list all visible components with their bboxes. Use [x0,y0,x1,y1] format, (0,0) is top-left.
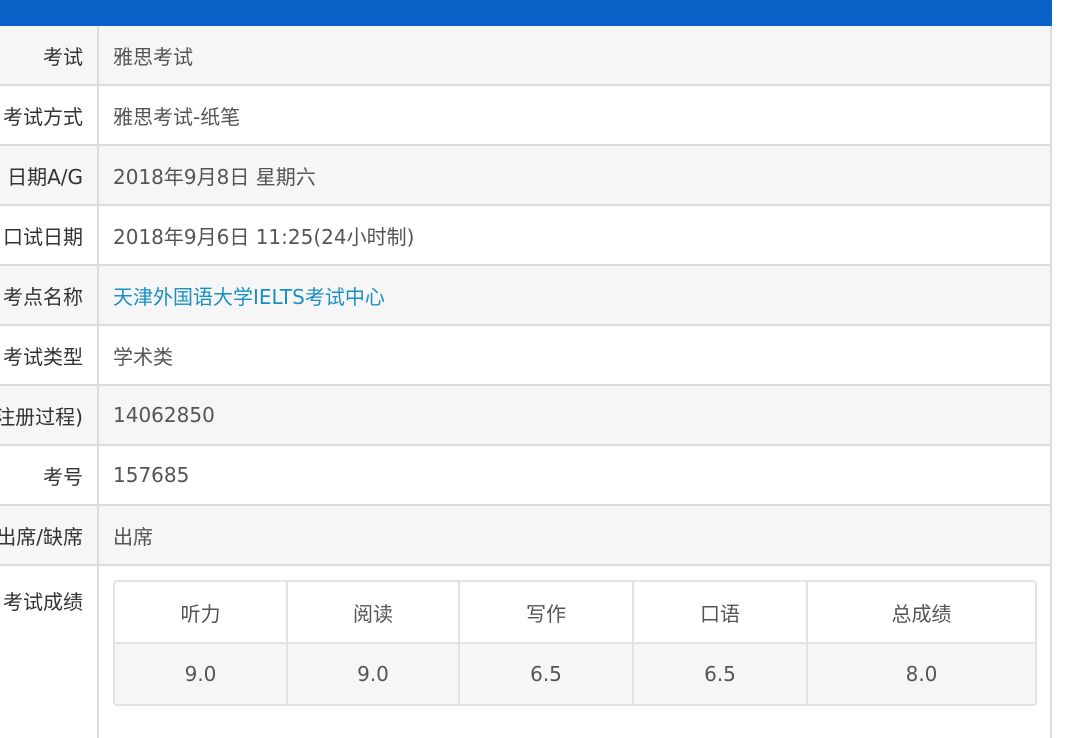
row-label: 注册过程) [0,386,99,444]
row-value-exam-type: 学术类 [113,344,173,369]
row-label: 考点名称 [0,266,99,324]
scores-area: 听力 阅读 写作 口语 总成绩 9.0 9.0 6.5 6.5 8.0 [99,566,1050,738]
row-value-speaking-date: 2018年9月6日 11:25(24小时制) [113,224,415,249]
header-writing: 写作 [460,582,634,642]
row-label: 考试成绩 [0,566,99,738]
label-test-center: 考点名称 [3,284,83,309]
right-gutter [1052,0,1080,738]
label-exam-mode: 考试方式 [3,104,83,129]
header-overall: 总成绩 [891,601,952,626]
table-row-exam-mode: 考试方式 雅思考试-纸笔 [0,86,1050,146]
table-row-attendance: 出席/缺席 出席 [0,506,1050,566]
row-value-test-center: 天津外国语大学IELTS考试中心 [99,266,1050,324]
label-exam: 考试 [43,44,83,69]
label-candidate-number: 考号 [43,464,83,489]
label-test-date: 日期A/G [7,164,83,189]
test-center-link[interactable]: 天津外国语大学IELTS考试中心 [113,281,385,310]
table-row-registration: 注册过程) 14062850 [0,386,1050,446]
table-row-exam: 考试 雅思考试 [0,26,1050,86]
header-bar [0,0,1052,26]
row-label: 考号 [0,446,99,504]
label-scores: 考试成绩 [3,590,83,614]
scores-table: 听力 阅读 写作 口语 总成绩 9.0 9.0 6.5 6.5 8.0 [113,580,1037,706]
scores-value-row: 9.0 9.0 6.5 6.5 8.0 [115,644,1035,704]
table-row-exam-type: 考试类型 学术类 [0,326,1050,386]
header-reading: 阅读 [288,582,460,642]
row-label: 考试方式 [0,86,99,144]
header-speaking: 口语 [634,582,808,642]
row-label: 日期A/G [0,146,99,204]
table-row-test-date: 日期A/G 2018年9月8日 星期六 [0,146,1050,206]
exam-result-page: 考试 雅思考试 考试方式 雅思考试-纸笔 日期A/G 2018年9月8日 星期六… [0,0,1080,738]
label-registration: 注册过程) [0,404,83,429]
label-exam-type: 考试类型 [3,344,83,369]
header-listening: 听力 [115,582,288,642]
row-label: 出席/缺席 [0,506,99,564]
score-writing: 6.5 [460,644,634,704]
row-value-registration: 14062850 [113,403,215,427]
exam-info-table: 考试 雅思考试 考试方式 雅思考试-纸笔 日期A/G 2018年9月8日 星期六… [0,26,1052,738]
row-label: 考试类型 [0,326,99,384]
label-attendance: 出席/缺席 [0,524,83,549]
table-row-scores: 考试成绩 听力 阅读 写作 口语 总成绩 9.0 9.0 6.5 6.5 8.0 [0,566,1050,738]
label-speaking-date: 口试日期 [3,224,83,249]
score-speaking: 6.5 [634,644,808,704]
scores-header-row: 听力 阅读 写作 口语 总成绩 [115,582,1035,644]
table-row-test-center: 考点名称 天津外国语大学IELTS考试中心 [0,266,1050,326]
score-overall: 8.0 [905,662,938,686]
row-label: 考试 [0,26,99,84]
row-value-exam-mode: 雅思考试-纸笔 [113,104,241,129]
row-value-candidate-number: 157685 [113,463,190,487]
table-row-candidate-number: 考号 157685 [0,446,1050,506]
table-row-speaking-date: 口试日期 2018年9月6日 11:25(24小时制) [0,206,1050,266]
row-value-exam: 雅思考试 [113,44,193,69]
row-label: 口试日期 [0,206,99,264]
row-value-test-date: 2018年9月8日 星期六 [113,164,316,189]
score-listening: 9.0 [115,644,288,704]
row-value-attendance: 出席 [113,524,153,549]
score-reading: 9.0 [288,644,460,704]
